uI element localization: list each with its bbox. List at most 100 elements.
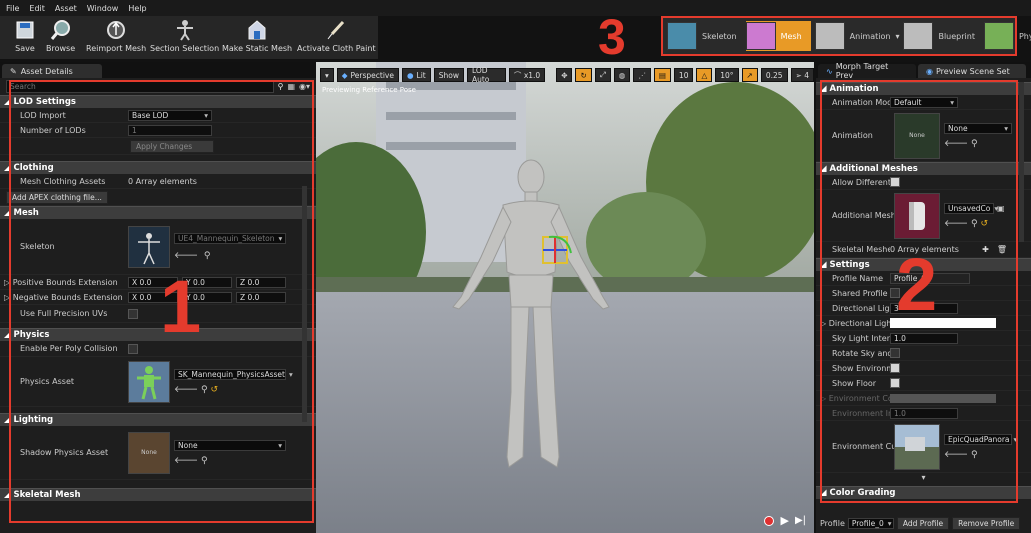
- eye-icon[interactable]: ◉▾: [299, 82, 310, 91]
- physics-asset-select[interactable]: SK_Mannequin_PhysicsAsset: [174, 368, 286, 380]
- section-mesh[interactable]: ◢ Mesh: [0, 206, 316, 219]
- full-precision-uvs-checkbox[interactable]: [128, 308, 138, 319]
- shadow-asset-thumbnail[interactable]: None: [128, 431, 170, 474]
- additional-mesh-select[interactable]: UnsavedCo: [944, 202, 994, 214]
- number-of-lods-input[interactable]: 1: [128, 124, 212, 136]
- section-physics[interactable]: ◢ Physics: [0, 328, 316, 341]
- trash-icon[interactable]: 🗑: [997, 245, 1007, 254]
- browse-search-icon[interactable]: ⚲: [201, 385, 208, 395]
- record-icon[interactable]: [764, 515, 775, 526]
- use-asset-arrow-icon[interactable]: 🡐: [174, 385, 198, 395]
- translate-tool-button[interactable]: ✥: [556, 68, 573, 82]
- grid-view-icon[interactable]: ▦: [287, 82, 295, 91]
- browse-search-icon[interactable]: ⚲: [971, 450, 978, 460]
- browse-search-icon[interactable]: ⚲: [204, 251, 211, 261]
- clear-icon[interactable]: ↺: [980, 219, 988, 229]
- expand-arrow-icon[interactable]: ▾: [816, 473, 1031, 483]
- browse-search-icon[interactable]: ⚲: [971, 219, 978, 229]
- section-lighting[interactable]: ◢ Lighting: [0, 413, 316, 426]
- apply-changes-button[interactable]: Apply Changes: [130, 139, 214, 153]
- physics-asset-thumbnail[interactable]: [128, 360, 170, 403]
- playback-speed-button[interactable]: ⌒ x1.0: [508, 68, 546, 82]
- scale-snap-value[interactable]: 0.25: [760, 68, 788, 82]
- sky-light-intensity-input[interactable]: 1.0: [890, 332, 958, 344]
- activate-cloth-paint-button[interactable]: Activate Cloth Paint: [297, 18, 376, 53]
- mode-animation[interactable]: Animation ▾: [814, 21, 899, 51]
- show-environment-checkbox[interactable]: [890, 363, 900, 373]
- negative-bounds-z[interactable]: Z 0.0: [236, 291, 286, 303]
- camera-speed-button[interactable]: ➢ 4: [790, 68, 814, 82]
- show-button[interactable]: Show: [433, 68, 464, 82]
- mode-skeleton[interactable]: Skeleton: [667, 21, 742, 51]
- save-button[interactable]: Save: [12, 18, 38, 53]
- show-floor-checkbox[interactable]: [890, 378, 900, 388]
- environment-cubemap-thumbnail[interactable]: [894, 423, 940, 470]
- grid-snap-value[interactable]: 10: [673, 68, 694, 82]
- section-additional-meshes[interactable]: ◢ Additional Meshes: [816, 162, 1031, 175]
- menu-window[interactable]: Window: [87, 4, 119, 13]
- tab-asset-details[interactable]: ✎ Asset Details: [2, 64, 102, 78]
- per-poly-collision-checkbox[interactable]: [128, 343, 138, 354]
- shadow-physics-select[interactable]: None: [174, 439, 286, 451]
- environment-cubemap-select[interactable]: EpicQuadPanora: [944, 433, 1012, 445]
- use-asset-arrow-icon[interactable]: 🡐: [944, 139, 968, 149]
- positive-bounds-z[interactable]: Z 0.0: [236, 276, 286, 288]
- use-asset-arrow-icon[interactable]: 🡐: [174, 456, 198, 466]
- rotation-snap-value[interactable]: 10°: [715, 68, 739, 82]
- add-apex-clothing-button[interactable]: Add APEX clothing file...: [6, 190, 108, 204]
- world-space-button[interactable]: ◍: [613, 68, 631, 82]
- reimport-mesh-button[interactable]: Reimport Mesh: [86, 18, 146, 53]
- menu-asset[interactable]: Asset: [55, 4, 77, 13]
- right-scrollbar[interactable]: [1019, 82, 1024, 242]
- tab-morph-target-preview[interactable]: ∿ Morph Target Prev: [818, 62, 916, 80]
- menu-file[interactable]: File: [6, 4, 19, 13]
- left-scrollbar[interactable]: [302, 186, 307, 422]
- rotation-snap-toggle[interactable]: △: [696, 68, 713, 82]
- make-static-mesh-button[interactable]: Make Static Mesh: [222, 18, 292, 53]
- skeleton-select[interactable]: UE4_Mannequin_Skeleton: [174, 232, 286, 244]
- save-icon[interactable]: ▣: [997, 204, 1005, 213]
- lod-auto-button[interactable]: LOD Auto: [466, 66, 506, 84]
- menu-help[interactable]: Help: [128, 4, 146, 13]
- menu-edit[interactable]: Edit: [29, 4, 45, 13]
- mode-blueprint[interactable]: Blueprint: [903, 21, 980, 51]
- use-asset-arrow-icon[interactable]: 🡐: [174, 251, 198, 261]
- remove-profile-button[interactable]: Remove Profile: [952, 516, 1021, 530]
- play-icon[interactable]: ▶: [780, 514, 788, 527]
- animation-mode-select[interactable]: Default: [890, 96, 958, 108]
- scale-snap-toggle[interactable]: ↗: [741, 68, 758, 82]
- section-skeletal-mesh[interactable]: ◢ Skeletal Mesh: [0, 488, 316, 501]
- animation-thumbnail[interactable]: None: [894, 112, 940, 159]
- search-input[interactable]: Search: [6, 80, 274, 93]
- step-forward-icon[interactable]: ▶|: [795, 515, 806, 526]
- lit-button[interactable]: ● Lit: [401, 68, 431, 82]
- rotate-sky-checkbox[interactable]: [890, 348, 900, 358]
- search-icon[interactable]: ⚲: [278, 82, 284, 91]
- section-color-grading[interactable]: ◢ Color Grading: [816, 486, 1031, 499]
- tab-preview-scene-settings[interactable]: ◉ Preview Scene Set: [918, 64, 1026, 78]
- mode-physics[interactable]: Physics: [983, 21, 1031, 51]
- browse-search-icon[interactable]: ⚲: [971, 139, 978, 149]
- surface-snap-button[interactable]: ⋰: [633, 68, 651, 82]
- add-profile-button[interactable]: Add Profile: [896, 516, 950, 530]
- grid-snap-toggle[interactable]: ▤: [653, 68, 671, 82]
- use-asset-arrow-icon[interactable]: 🡐: [944, 450, 968, 460]
- clear-icon[interactable]: ↺: [210, 385, 218, 395]
- rotate-tool-button[interactable]: ↻: [575, 68, 592, 82]
- mode-mesh[interactable]: Mesh: [745, 21, 811, 51]
- section-selection-button[interactable]: Section Selection: [150, 18, 219, 53]
- use-asset-arrow-icon[interactable]: 🡐: [944, 219, 968, 229]
- scale-tool-button[interactable]: ⤢: [594, 68, 611, 82]
- profile-select[interactable]: Profile_0: [847, 517, 894, 529]
- skeleton-thumbnail[interactable]: [128, 225, 170, 268]
- add-icon[interactable]: ✚: [982, 245, 989, 254]
- additional-mesh-thumbnail[interactable]: [894, 192, 940, 239]
- environment-intensity-input[interactable]: 1.0: [890, 407, 958, 419]
- lod-import-select[interactable]: Base LOD: [128, 109, 212, 121]
- section-lod-settings[interactable]: ◢ LOD Settings: [0, 95, 316, 108]
- perspective-button[interactable]: ◆ Perspective: [336, 68, 399, 82]
- browse-search-icon[interactable]: ⚲: [201, 456, 208, 466]
- section-clothing[interactable]: ◢ Clothing: [0, 161, 316, 174]
- browse-button[interactable]: Browse: [46, 18, 75, 53]
- animation-select[interactable]: None: [944, 122, 1012, 134]
